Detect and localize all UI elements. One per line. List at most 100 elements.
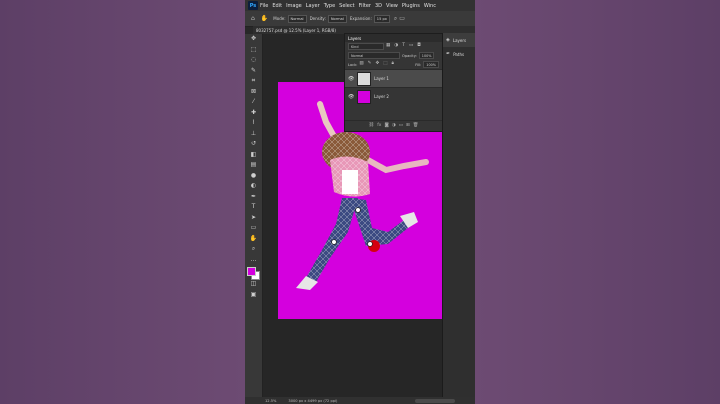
layers-panel-header: Layers bbox=[345, 34, 442, 42]
dodge-tool-icon[interactable]: ◐ bbox=[245, 181, 262, 192]
lock-row: Lock: ▨ ✎ ✥ ⬚ 🔒︎ Fill: 100% bbox=[345, 60, 442, 69]
blend-row: Normal Opacity: 100% bbox=[345, 51, 442, 60]
move-tool-icon[interactable]: ✥ bbox=[245, 34, 262, 45]
opacity-input[interactable]: 100% bbox=[418, 52, 435, 59]
left-background bbox=[0, 0, 245, 404]
photoshop-logo-icon: Ps bbox=[248, 1, 258, 10]
new-group-icon[interactable]: ▭ bbox=[399, 123, 403, 129]
layer-name[interactable]: Layer 1 bbox=[374, 76, 389, 81]
new-layer-icon[interactable]: ⊞ bbox=[406, 123, 410, 129]
options-bar: ⌂ ✋ Mode: Normal Density: Normal Expansi… bbox=[245, 11, 475, 27]
quick-mask-icon[interactable]: ◫ bbox=[245, 279, 262, 290]
lock-position-icon[interactable]: ✥ bbox=[375, 62, 379, 67]
tools-panel: ✥ ⬚ ◌ ✎ ⌗ ⊠ ⁄ ✚ ⌇ ⊥ ↺ ◧ ▤ ● ◐ ✒ T ➤ ▭ ✋ … bbox=[245, 34, 263, 404]
visibility-eye-icon[interactable]: 👁︎ bbox=[348, 94, 354, 100]
filter-adjustment-icon[interactable]: ◑ bbox=[394, 44, 398, 49]
crop-tool-icon[interactable]: ⌗ bbox=[245, 76, 262, 87]
menu-plugins[interactable]: Plugins bbox=[402, 3, 420, 9]
more-tools-icon[interactable]: … bbox=[245, 255, 262, 266]
fill-label: Fill: bbox=[415, 62, 422, 67]
push-tool-icon[interactable]: ✋ bbox=[261, 15, 268, 22]
layers-icon: ◈ bbox=[446, 37, 450, 43]
color-swatches bbox=[245, 265, 262, 280]
menu-edit[interactable]: Edit bbox=[272, 3, 282, 9]
dock-layers-label: Layers bbox=[452, 37, 467, 43]
layers-panel-title: Layers bbox=[348, 35, 362, 41]
search-icon[interactable]: ⌕ bbox=[394, 15, 397, 22]
layer-name[interactable]: Layer 2 bbox=[374, 94, 389, 99]
menu-layer[interactable]: Layer bbox=[306, 3, 320, 9]
eraser-tool-icon[interactable]: ◧ bbox=[245, 150, 262, 161]
menu-bar: Ps File Edit Image Layer Type Select Fil… bbox=[245, 0, 475, 11]
link-layers-icon[interactable]: ⛓︎ bbox=[368, 123, 374, 129]
blur-tool-icon[interactable]: ● bbox=[245, 171, 262, 182]
history-brush-tool-icon[interactable]: ↺ bbox=[245, 139, 262, 150]
filter-shape-icon[interactable]: ▭ bbox=[409, 44, 413, 49]
add-mask-icon[interactable]: ◙ bbox=[384, 123, 388, 129]
fx-icon[interactable]: fx bbox=[377, 123, 381, 129]
filter-pixel-icon[interactable]: ▦ bbox=[386, 44, 390, 49]
layer-row-layer-1[interactable]: 👁︎ Layer 1 bbox=[345, 69, 442, 87]
workspace-icon[interactable]: ▭ bbox=[399, 15, 405, 22]
expansion-label: Expansion: bbox=[349, 16, 372, 21]
gradient-tool-icon[interactable]: ▤ bbox=[245, 160, 262, 171]
menu-3d[interactable]: 3D bbox=[375, 3, 382, 9]
zoom-level[interactable]: 12.5% bbox=[265, 399, 276, 403]
mode-select[interactable]: Normal bbox=[287, 14, 307, 23]
foreground-color-swatch[interactable] bbox=[247, 267, 256, 276]
hand-tool-icon[interactable]: ✋ bbox=[245, 234, 262, 245]
artboard-tool-icon[interactable]: ⬚ bbox=[245, 45, 262, 56]
screen-mode-icon[interactable]: ▣ bbox=[245, 290, 262, 301]
lasso-tool-icon[interactable]: ◌ bbox=[245, 55, 262, 66]
menu-file[interactable]: File bbox=[260, 3, 268, 9]
lock-label: Lock: bbox=[348, 62, 358, 67]
layer-thumbnail bbox=[357, 71, 371, 86]
horizontal-scrollbar[interactable] bbox=[415, 398, 455, 403]
right-background bbox=[475, 0, 720, 404]
layers-panel-footer: ⛓︎ fx ◙ ◑ ▭ ⊞ 🗑︎ bbox=[345, 120, 442, 131]
menu-type[interactable]: Type bbox=[324, 3, 335, 9]
document-tab[interactable]: 8032757.psd @ 12.5% (Layer 1, RGB/8) bbox=[253, 28, 336, 33]
dock-paths-tab[interactable]: ✒ Paths bbox=[443, 47, 475, 61]
fill-input[interactable]: 100% bbox=[423, 61, 439, 68]
rectangle-tool-icon[interactable]: ▭ bbox=[245, 223, 262, 234]
document-size: 3000 px x 4499 px (72 ppi) bbox=[288, 398, 338, 403]
path-select-tool-icon[interactable]: ➤ bbox=[245, 213, 262, 224]
type-tool-icon[interactable]: T bbox=[245, 202, 262, 213]
lock-transparent-icon[interactable]: ▨ bbox=[359, 62, 363, 67]
clone-stamp-tool-icon[interactable]: ⊥ bbox=[245, 129, 262, 140]
lock-artboard-icon[interactable]: ⬚ bbox=[383, 62, 387, 67]
healing-tool-icon[interactable]: ✚ bbox=[245, 108, 262, 119]
filter-smart-object-icon[interactable]: ◘ bbox=[417, 44, 421, 49]
adjustment-layer-icon[interactable]: ◑ bbox=[392, 123, 396, 129]
lock-all-icon[interactable]: 🔒︎ bbox=[392, 62, 394, 67]
photoshop-window: Ps File Edit Image Layer Type Select Fil… bbox=[245, 0, 475, 404]
eyedropper-tool-icon[interactable]: ⁄ bbox=[245, 97, 262, 108]
status-bar: 12.5% 3000 px x 4499 px (72 ppi) bbox=[245, 397, 475, 404]
visibility-eye-icon[interactable]: 👁︎ bbox=[348, 76, 354, 82]
dock-layers-tab[interactable]: ◈ Layers bbox=[443, 33, 475, 47]
quick-select-tool-icon[interactable]: ✎ bbox=[245, 66, 262, 77]
lock-image-icon[interactable]: ✎ bbox=[368, 62, 372, 67]
layer-row-layer-2[interactable]: 👁︎ Layer 2 bbox=[345, 87, 442, 105]
home-icon[interactable]: ⌂ bbox=[251, 15, 255, 22]
expansion-input[interactable]: 15 px bbox=[373, 14, 390, 23]
density-select[interactable]: Normal bbox=[327, 14, 347, 23]
filter-type-icon[interactable]: T bbox=[402, 44, 405, 49]
pen-tool-icon[interactable]: ✒ bbox=[245, 192, 262, 203]
menu-view[interactable]: View bbox=[386, 3, 398, 9]
dock-paths-label: Paths bbox=[453, 51, 465, 57]
zoom-tool-icon[interactable]: ⌕ bbox=[245, 244, 262, 255]
brush-tool-icon[interactable]: ⌇ bbox=[245, 118, 262, 129]
menu-image[interactable]: Image bbox=[286, 3, 302, 9]
menu-window[interactable]: Winc bbox=[424, 3, 436, 9]
menu-select[interactable]: Select bbox=[339, 3, 354, 9]
frame-tool-icon[interactable]: ⊠ bbox=[245, 87, 262, 98]
layer-kind-filter[interactable]: Kind bbox=[348, 43, 384, 50]
menu-filter[interactable]: Filter bbox=[359, 3, 371, 9]
density-label: Density: bbox=[309, 16, 326, 21]
layer-thumbnail bbox=[357, 89, 371, 104]
paths-icon: ✒ bbox=[446, 51, 451, 57]
blend-mode-select[interactable]: Normal bbox=[348, 52, 400, 59]
delete-layer-icon[interactable]: 🗑︎ bbox=[413, 123, 419, 129]
